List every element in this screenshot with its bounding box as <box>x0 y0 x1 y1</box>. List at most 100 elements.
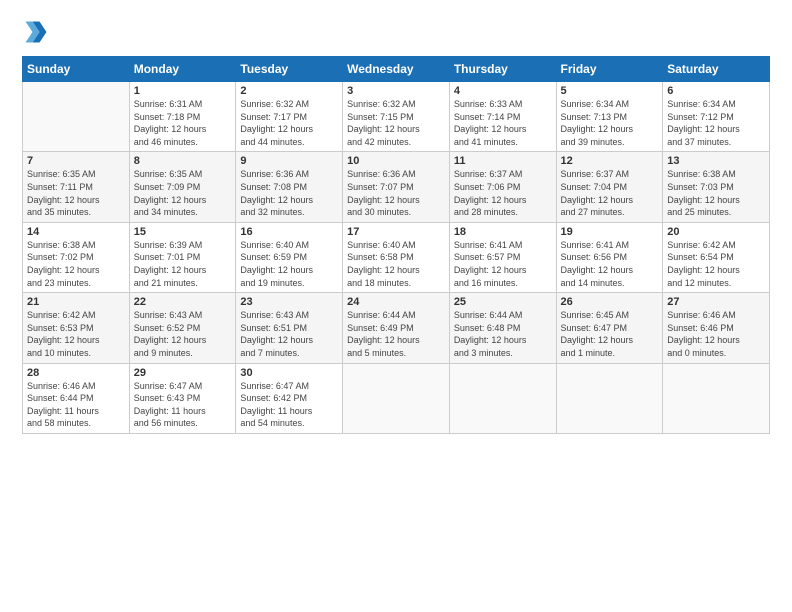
day-info: Sunrise: 6:38 AMSunset: 7:02 PMDaylight:… <box>27 239 125 289</box>
day-number: 5 <box>561 85 659 97</box>
day-cell <box>449 363 556 433</box>
day-cell: 29Sunrise: 6:47 AMSunset: 6:43 PMDayligh… <box>129 363 236 433</box>
day-info: Sunrise: 6:42 AMSunset: 6:53 PMDaylight:… <box>27 309 125 359</box>
week-row-5: 28Sunrise: 6:46 AMSunset: 6:44 PMDayligh… <box>23 363 770 433</box>
day-cell: 9Sunrise: 6:36 AMSunset: 7:08 PMDaylight… <box>236 152 343 222</box>
day-cell: 6Sunrise: 6:34 AMSunset: 7:12 PMDaylight… <box>663 82 770 152</box>
day-info: Sunrise: 6:41 AMSunset: 6:56 PMDaylight:… <box>561 239 659 289</box>
day-number: 11 <box>454 155 552 167</box>
day-info: Sunrise: 6:42 AMSunset: 6:54 PMDaylight:… <box>667 239 765 289</box>
day-cell <box>663 363 770 433</box>
day-cell: 20Sunrise: 6:42 AMSunset: 6:54 PMDayligh… <box>663 222 770 292</box>
page: SundayMondayTuesdayWednesdayThursdayFrid… <box>0 0 792 612</box>
weekday-header-tuesday: Tuesday <box>236 57 343 82</box>
day-cell: 1Sunrise: 6:31 AMSunset: 7:18 PMDaylight… <box>129 82 236 152</box>
day-cell: 7Sunrise: 6:35 AMSunset: 7:11 PMDaylight… <box>23 152 130 222</box>
day-info: Sunrise: 6:36 AMSunset: 7:07 PMDaylight:… <box>347 168 445 218</box>
day-cell: 2Sunrise: 6:32 AMSunset: 7:17 PMDaylight… <box>236 82 343 152</box>
day-number: 21 <box>27 296 125 308</box>
week-row-1: 1Sunrise: 6:31 AMSunset: 7:18 PMDaylight… <box>23 82 770 152</box>
day-cell <box>556 363 663 433</box>
day-number: 13 <box>667 155 765 167</box>
day-info: Sunrise: 6:43 AMSunset: 6:51 PMDaylight:… <box>240 309 338 359</box>
weekday-header-saturday: Saturday <box>663 57 770 82</box>
day-info: Sunrise: 6:46 AMSunset: 6:44 PMDaylight:… <box>27 380 125 430</box>
weekday-header-wednesday: Wednesday <box>343 57 450 82</box>
day-info: Sunrise: 6:32 AMSunset: 7:17 PMDaylight:… <box>240 98 338 148</box>
logo <box>22 18 54 46</box>
day-info: Sunrise: 6:44 AMSunset: 6:49 PMDaylight:… <box>347 309 445 359</box>
day-number: 14 <box>27 226 125 238</box>
day-cell <box>23 82 130 152</box>
day-number: 10 <box>347 155 445 167</box>
day-cell: 18Sunrise: 6:41 AMSunset: 6:57 PMDayligh… <box>449 222 556 292</box>
day-cell: 21Sunrise: 6:42 AMSunset: 6:53 PMDayligh… <box>23 293 130 363</box>
day-number: 19 <box>561 226 659 238</box>
day-info: Sunrise: 6:41 AMSunset: 6:57 PMDaylight:… <box>454 239 552 289</box>
header <box>22 18 770 46</box>
day-cell: 3Sunrise: 6:32 AMSunset: 7:15 PMDaylight… <box>343 82 450 152</box>
day-number: 2 <box>240 85 338 97</box>
day-info: Sunrise: 6:34 AMSunset: 7:12 PMDaylight:… <box>667 98 765 148</box>
day-number: 29 <box>134 367 232 379</box>
calendar-table: SundayMondayTuesdayWednesdayThursdayFrid… <box>22 56 770 434</box>
day-cell: 25Sunrise: 6:44 AMSunset: 6:48 PMDayligh… <box>449 293 556 363</box>
day-cell: 14Sunrise: 6:38 AMSunset: 7:02 PMDayligh… <box>23 222 130 292</box>
day-number: 24 <box>347 296 445 308</box>
day-number: 17 <box>347 226 445 238</box>
day-number: 8 <box>134 155 232 167</box>
day-cell: 13Sunrise: 6:38 AMSunset: 7:03 PMDayligh… <box>663 152 770 222</box>
week-row-2: 7Sunrise: 6:35 AMSunset: 7:11 PMDaylight… <box>23 152 770 222</box>
day-cell: 15Sunrise: 6:39 AMSunset: 7:01 PMDayligh… <box>129 222 236 292</box>
day-info: Sunrise: 6:34 AMSunset: 7:13 PMDaylight:… <box>561 98 659 148</box>
day-cell: 11Sunrise: 6:37 AMSunset: 7:06 PMDayligh… <box>449 152 556 222</box>
day-info: Sunrise: 6:35 AMSunset: 7:09 PMDaylight:… <box>134 168 232 218</box>
day-info: Sunrise: 6:46 AMSunset: 6:46 PMDaylight:… <box>667 309 765 359</box>
day-info: Sunrise: 6:35 AMSunset: 7:11 PMDaylight:… <box>27 168 125 218</box>
day-cell: 5Sunrise: 6:34 AMSunset: 7:13 PMDaylight… <box>556 82 663 152</box>
day-number: 1 <box>134 85 232 97</box>
day-cell: 12Sunrise: 6:37 AMSunset: 7:04 PMDayligh… <box>556 152 663 222</box>
day-number: 22 <box>134 296 232 308</box>
day-cell: 8Sunrise: 6:35 AMSunset: 7:09 PMDaylight… <box>129 152 236 222</box>
weekday-header-friday: Friday <box>556 57 663 82</box>
day-number: 7 <box>27 155 125 167</box>
day-info: Sunrise: 6:40 AMSunset: 6:58 PMDaylight:… <box>347 239 445 289</box>
day-number: 30 <box>240 367 338 379</box>
day-info: Sunrise: 6:40 AMSunset: 6:59 PMDaylight:… <box>240 239 338 289</box>
weekday-header-monday: Monday <box>129 57 236 82</box>
day-cell: 17Sunrise: 6:40 AMSunset: 6:58 PMDayligh… <box>343 222 450 292</box>
week-row-3: 14Sunrise: 6:38 AMSunset: 7:02 PMDayligh… <box>23 222 770 292</box>
weekday-header-thursday: Thursday <box>449 57 556 82</box>
day-number: 20 <box>667 226 765 238</box>
day-info: Sunrise: 6:47 AMSunset: 6:43 PMDaylight:… <box>134 380 232 430</box>
day-number: 25 <box>454 296 552 308</box>
day-number: 27 <box>667 296 765 308</box>
day-info: Sunrise: 6:31 AMSunset: 7:18 PMDaylight:… <box>134 98 232 148</box>
day-info: Sunrise: 6:32 AMSunset: 7:15 PMDaylight:… <box>347 98 445 148</box>
day-info: Sunrise: 6:44 AMSunset: 6:48 PMDaylight:… <box>454 309 552 359</box>
day-cell: 23Sunrise: 6:43 AMSunset: 6:51 PMDayligh… <box>236 293 343 363</box>
day-cell: 26Sunrise: 6:45 AMSunset: 6:47 PMDayligh… <box>556 293 663 363</box>
day-cell <box>343 363 450 433</box>
day-number: 9 <box>240 155 338 167</box>
day-number: 3 <box>347 85 445 97</box>
weekday-header-sunday: Sunday <box>23 57 130 82</box>
day-cell: 30Sunrise: 6:47 AMSunset: 6:42 PMDayligh… <box>236 363 343 433</box>
weekday-header-row: SundayMondayTuesdayWednesdayThursdayFrid… <box>23 57 770 82</box>
day-cell: 28Sunrise: 6:46 AMSunset: 6:44 PMDayligh… <box>23 363 130 433</box>
logo-icon <box>22 18 50 46</box>
day-cell: 19Sunrise: 6:41 AMSunset: 6:56 PMDayligh… <box>556 222 663 292</box>
day-info: Sunrise: 6:37 AMSunset: 7:04 PMDaylight:… <box>561 168 659 218</box>
day-number: 23 <box>240 296 338 308</box>
day-number: 6 <box>667 85 765 97</box>
day-number: 16 <box>240 226 338 238</box>
day-info: Sunrise: 6:43 AMSunset: 6:52 PMDaylight:… <box>134 309 232 359</box>
day-info: Sunrise: 6:39 AMSunset: 7:01 PMDaylight:… <box>134 239 232 289</box>
day-cell: 16Sunrise: 6:40 AMSunset: 6:59 PMDayligh… <box>236 222 343 292</box>
day-cell: 22Sunrise: 6:43 AMSunset: 6:52 PMDayligh… <box>129 293 236 363</box>
day-cell: 10Sunrise: 6:36 AMSunset: 7:07 PMDayligh… <box>343 152 450 222</box>
day-number: 26 <box>561 296 659 308</box>
day-number: 15 <box>134 226 232 238</box>
day-number: 28 <box>27 367 125 379</box>
